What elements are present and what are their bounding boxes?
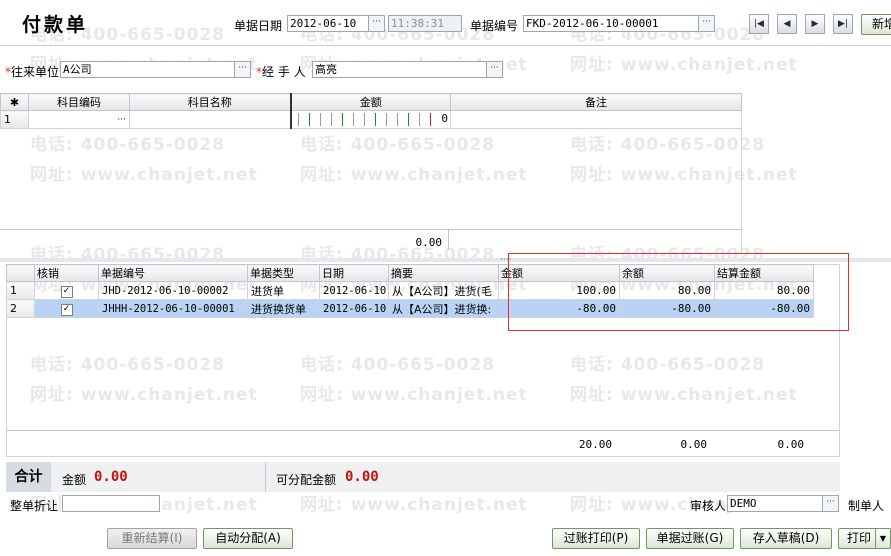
prev-icon: ◀ bbox=[783, 19, 791, 29]
table-row[interactable]: 1 ··· 0 bbox=[0, 110, 742, 129]
docno-field[interactable]: FKD-2012-06-10-00001 bbox=[523, 15, 699, 32]
col-summary: 摘要 bbox=[388, 264, 499, 282]
handler-picker-button[interactable]: ··· bbox=[486, 61, 503, 78]
total-balance: 0.00 bbox=[680, 438, 708, 451]
amount-label: 金额 bbox=[62, 473, 87, 487]
col-writeoff: 核销 bbox=[34, 264, 99, 282]
top-grid-total: 0.00 bbox=[415, 236, 443, 249]
col-date: 日期 bbox=[319, 264, 389, 282]
handler-label: 经 手 人 bbox=[262, 65, 306, 79]
reviewer-label: 审核人 bbox=[690, 499, 727, 513]
total-label: 合计 bbox=[6, 462, 51, 492]
last-icon: ▶| bbox=[838, 19, 848, 29]
doc-number-cell[interactable]: JHHH-2012-06-10-00001 bbox=[98, 299, 248, 318]
date-cell[interactable]: 2012-06-10 bbox=[319, 281, 389, 300]
summary-cell[interactable]: 从【A公司】进货换: bbox=[388, 299, 499, 318]
partner-picker-button[interactable]: ··· bbox=[234, 61, 251, 78]
watermark-site: 网址: www.chanjet.net bbox=[570, 55, 798, 75]
divider bbox=[0, 45, 891, 46]
page-title: 付款单 bbox=[22, 14, 89, 36]
amount-digit-marker bbox=[341, 113, 343, 126]
first-record-button[interactable]: |◀ bbox=[749, 14, 769, 34]
date-cell[interactable]: 2012-06-10 bbox=[319, 299, 389, 318]
amount-digit-marker bbox=[308, 113, 310, 126]
col-remark: 备注 bbox=[450, 93, 742, 111]
date-field[interactable]: 2012-06-10 bbox=[287, 15, 369, 32]
row-number: 1 bbox=[6, 281, 35, 300]
next-record-button[interactable]: ▶ bbox=[805, 14, 825, 34]
col-subject-code: 科目编码 bbox=[28, 93, 130, 111]
highlight-box bbox=[508, 253, 849, 331]
save-draft-button[interactable]: 存入草稿(D) bbox=[740, 528, 832, 549]
subject-code-cell[interactable]: ··· bbox=[28, 110, 130, 129]
date-label: 单据日期 bbox=[234, 19, 283, 33]
last-record-button[interactable]: ▶| bbox=[833, 14, 853, 34]
total-settle-amount: 0.00 bbox=[777, 438, 805, 451]
row-number: 1 bbox=[0, 110, 29, 129]
divider bbox=[265, 462, 266, 492]
discount-field[interactable] bbox=[62, 495, 160, 512]
amount-cell[interactable]: 0 bbox=[290, 110, 451, 129]
maker-label: 制单人 bbox=[848, 499, 885, 513]
print-label: 打印 bbox=[847, 531, 872, 545]
partner-field[interactable]: A公司 bbox=[60, 61, 235, 78]
doc-type-cell[interactable]: 进货换货单 bbox=[247, 299, 320, 318]
handler-field[interactable]: 高亮 bbox=[312, 61, 487, 78]
col-subject-name: 科目名称 bbox=[129, 93, 292, 111]
allocatable-label: 可分配金额 bbox=[276, 473, 337, 487]
first-icon: |◀ bbox=[754, 19, 764, 29]
row-number-header bbox=[6, 264, 35, 282]
remark-cell[interactable] bbox=[450, 110, 742, 129]
doc-type-cell[interactable]: 进货单 bbox=[247, 281, 320, 300]
doc-number-cell[interactable]: JHD-2012-06-10-00002 bbox=[98, 281, 248, 300]
col-doc-type: 单据类型 bbox=[247, 264, 320, 282]
amount-value: 0 bbox=[441, 112, 448, 125]
total-amount: 20.00 bbox=[578, 438, 612, 451]
amount-digit-marker bbox=[374, 113, 376, 126]
new-button[interactable]: 新增 bbox=[861, 14, 891, 35]
amount-digit-grid bbox=[297, 113, 438, 126]
writeoff-cell[interactable]: ✓ bbox=[34, 281, 99, 300]
partner-label: 往来单位 bbox=[11, 65, 60, 79]
col-amount: 金额 bbox=[290, 93, 451, 111]
row-number-header: ✱ bbox=[0, 93, 29, 111]
allocatable-value: 0.00 bbox=[345, 469, 379, 485]
date-picker-button[interactable]: ··· bbox=[368, 15, 385, 32]
writeoff-checkbox[interactable]: ✓ bbox=[60, 286, 73, 298]
amount-decimal-marker bbox=[429, 113, 431, 126]
handler-label-wrap: *经 手 人 bbox=[256, 63, 306, 80]
subject-grid: ✱ 科目编码 科目名称 金额 备注 1 ··· 0 bbox=[0, 93, 742, 129]
reviewer-picker-button[interactable]: ··· bbox=[822, 495, 839, 512]
watermark-site: 网址: www.chanjet.net bbox=[300, 495, 528, 515]
docno-picker-button[interactable]: ··· bbox=[698, 15, 715, 32]
row-number: 2 bbox=[6, 299, 35, 318]
docno-label: 单据编号 bbox=[470, 19, 519, 33]
reviewer-field[interactable]: DEMO bbox=[727, 495, 823, 512]
subject-name-cell[interactable] bbox=[129, 110, 292, 129]
divider bbox=[448, 230, 449, 250]
print-button[interactable]: 打印 ▼ bbox=[838, 528, 891, 549]
summary-cell[interactable]: 从【A公司】进货(毛 bbox=[388, 281, 499, 300]
prev-record-button[interactable]: ◀ bbox=[777, 14, 797, 34]
post-button[interactable]: 单据过账(G) bbox=[646, 528, 734, 549]
grid-total-divider bbox=[6, 430, 840, 431]
auto-allocate-button[interactable]: 自动分配(A) bbox=[203, 528, 293, 549]
amount-digit-marker bbox=[407, 113, 409, 126]
dropdown-arrow-icon[interactable]: ▼ bbox=[875, 529, 890, 548]
recalculate-button[interactable]: 重新结算(I) bbox=[107, 528, 197, 549]
summary-bar bbox=[6, 462, 840, 492]
writeoff-checkbox[interactable]: ✓ bbox=[60, 304, 73, 316]
post-print-button[interactable]: 过账打印(P) bbox=[552, 528, 640, 549]
next-icon: ▶ bbox=[811, 19, 819, 29]
amount-total-value: 0.00 bbox=[94, 469, 128, 485]
writeoff-cell[interactable]: ✓ bbox=[34, 299, 99, 318]
discount-label: 整单折让 bbox=[10, 499, 59, 513]
col-doc-number: 单据编号 bbox=[98, 264, 248, 282]
partner-label-wrap: *往来单位 bbox=[5, 63, 59, 80]
grid-total-divider bbox=[0, 229, 741, 230]
time-field: 11:38:31 bbox=[388, 15, 462, 32]
grid-header-row: ✱ 科目编码 科目名称 金额 备注 bbox=[0, 93, 742, 111]
